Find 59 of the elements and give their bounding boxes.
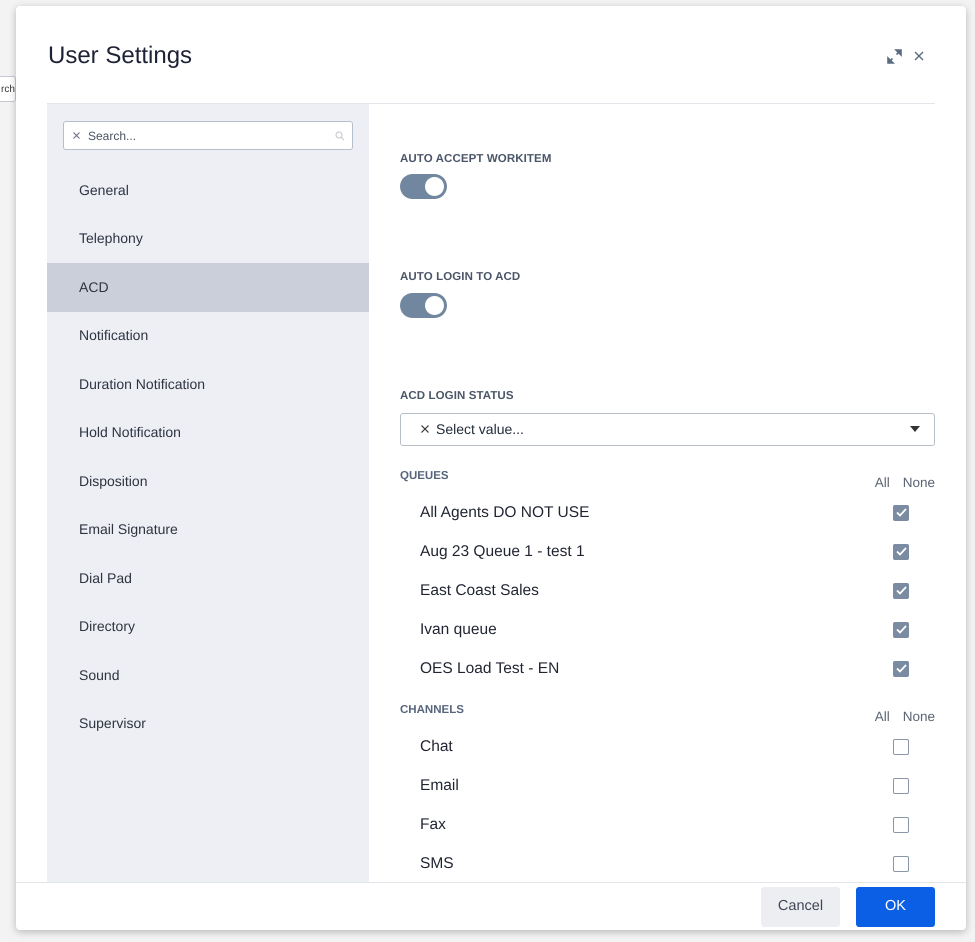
dialog-title: User Settings [48, 41, 192, 71]
sidebar-item[interactable]: Sound [47, 651, 369, 700]
checkmark-icon [896, 547, 906, 556]
checkbox[interactable] [893, 544, 909, 560]
select-placeholder: Select value... [436, 420, 525, 439]
setting-label: AUTO ACCEPT WORKITEM [400, 152, 552, 167]
select-all-link[interactable]: All [874, 707, 890, 728]
sidebar-item[interactable]: Hold Notification [47, 408, 369, 457]
checkbox[interactable] [893, 622, 909, 638]
clear-icon[interactable] [421, 425, 429, 434]
checkbox[interactable] [893, 504, 909, 520]
caret-icon [910, 426, 920, 432]
search-field[interactable]: Search... [63, 121, 353, 150]
sidebar-item[interactable]: Dial Pad [47, 554, 369, 602]
select-field[interactable]: Select value... [400, 412, 935, 446]
list-item-label: East Coast Sales [420, 580, 539, 601]
select-none-link[interactable]: None [902, 472, 935, 493]
sidebar-item[interactable]: ACD [47, 263, 369, 312]
toggle-switch[interactable] [400, 174, 447, 200]
checkmark-icon [896, 586, 906, 595]
search-text: rch [1, 82, 15, 96]
section-title: CHANNELS [400, 703, 464, 718]
checkbox[interactable] [893, 660, 909, 676]
sidebar-item[interactable]: Email Signature [47, 506, 369, 554]
checkbox[interactable] [893, 816, 909, 833]
setting-label: ACD LOGIN STATUS [400, 388, 515, 404]
list-item-label: Chat [420, 737, 453, 758]
toggle-switch[interactable] [400, 292, 447, 318]
sidebar-item[interactable]: Duration Notification [47, 360, 369, 408]
list-item-label: SMS [420, 854, 454, 874]
checkmark-icon [896, 664, 906, 673]
section-title: QUEUES [400, 468, 449, 484]
sidebar-item[interactable]: Supervisor [47, 700, 369, 748]
select-all-link[interactable]: All [874, 472, 890, 493]
sidebar-item[interactable]: Telephony [47, 214, 369, 263]
checkmark-icon [896, 508, 906, 517]
sidebar-item[interactable]: Disposition [47, 457, 369, 506]
checkbox[interactable] [893, 738, 909, 755]
expand-icon[interactable] [887, 48, 902, 64]
list-item-label: Email [420, 776, 459, 796]
checkbox[interactable] [893, 778, 909, 794]
sidebar-item[interactable]: Notification [47, 312, 369, 360]
checkbox[interactable] [893, 582, 909, 598]
list-item-label: All Agents DO NOT USE [420, 502, 590, 523]
close-icon[interactable] [914, 51, 924, 61]
setting-label: AUTO LOGIN TO ACD [400, 270, 522, 286]
sidebar-item[interactable]: Directory [47, 602, 369, 651]
sidebar-item[interactable]: General [47, 166, 369, 214]
checkmark-icon [896, 625, 906, 634]
list-item-label: Fax [420, 815, 446, 836]
cancel-button[interactable]: Cancel [761, 886, 840, 926]
select-none-link[interactable]: None [902, 707, 935, 728]
list-item-label: Aug 23 Queue 1 - test 1 [420, 542, 585, 562]
page-search-field[interactable]: rch [0, 76, 16, 102]
ok-button[interactable]: OK [856, 886, 935, 926]
list-item-label: OES Load Test - EN [420, 658, 560, 679]
checkbox[interactable] [893, 856, 909, 872]
search-icon [335, 131, 345, 141]
list-item-label: Ivan queue [420, 620, 497, 640]
